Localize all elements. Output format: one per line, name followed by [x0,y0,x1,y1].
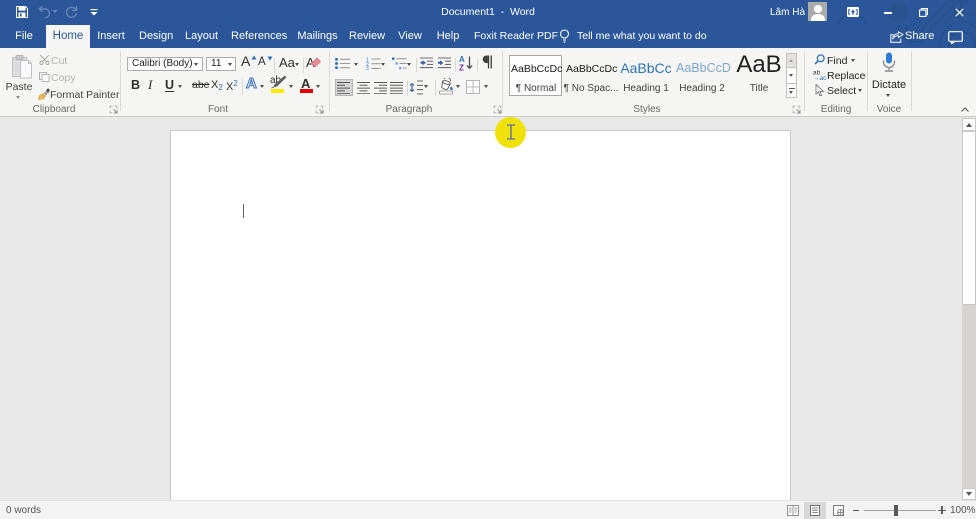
svg-text:3: 3 [366,66,369,70]
svg-text:→ac: →ac [813,75,826,80]
svg-text:Z: Z [459,64,464,72]
